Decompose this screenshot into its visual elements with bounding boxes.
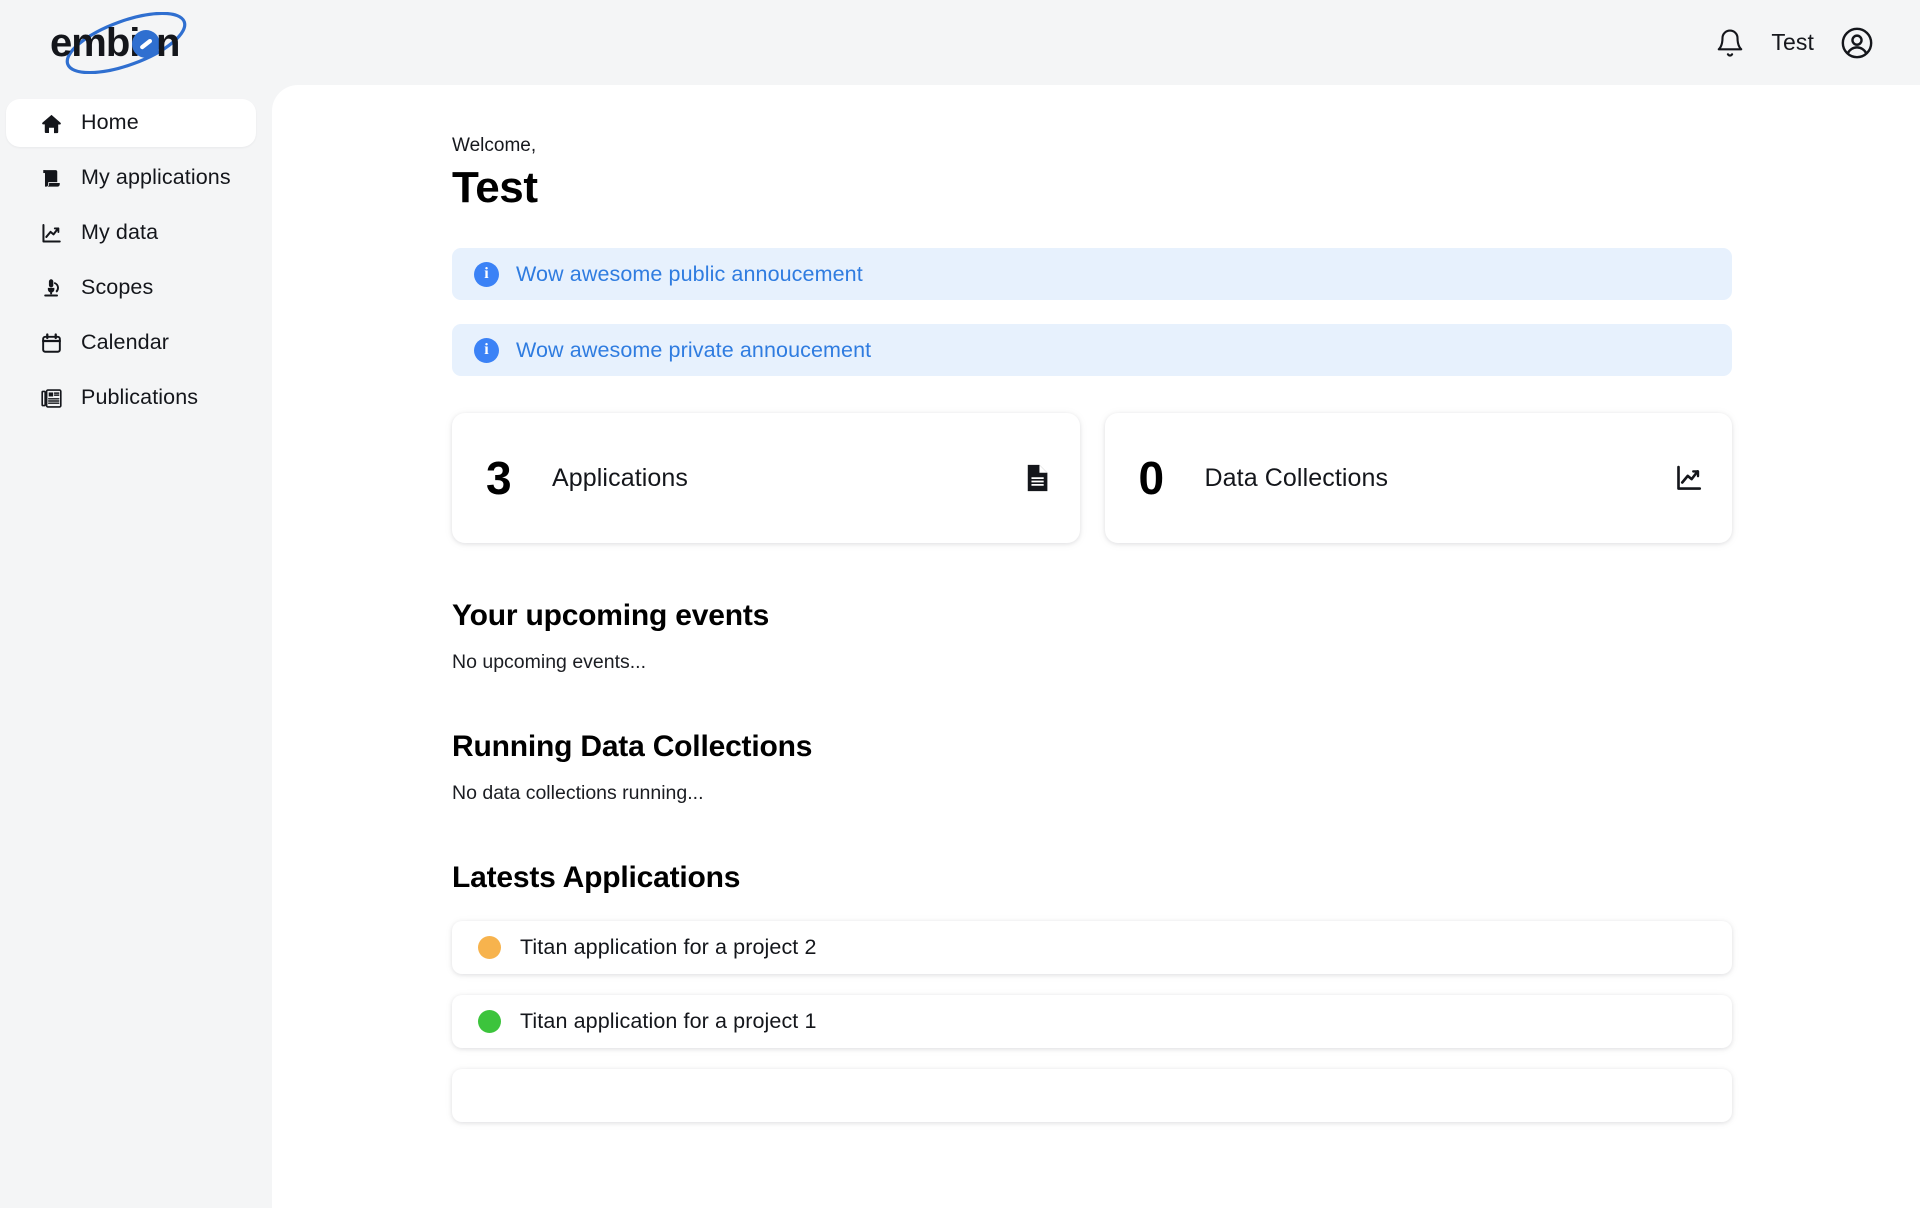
announcement-list: i Wow awesome public annoucement i Wow a… (452, 248, 1732, 377)
list-item[interactable] (452, 1069, 1732, 1123)
svg-text:n: n (156, 21, 179, 65)
top-header: embi n Test (0, 0, 1920, 85)
application-name: Titan application for a project 1 (520, 1009, 817, 1034)
sidebar-item-label: Scopes (81, 275, 154, 300)
svg-text:embi: embi (50, 21, 139, 65)
header-actions: Test (1715, 26, 1892, 60)
username-label: Test (1771, 29, 1814, 55)
stat-card-applications[interactable]: 3 Applications (452, 413, 1080, 544)
announcement-text: Wow awesome private annoucement (516, 337, 872, 362)
status-badge (478, 1084, 501, 1108)
stat-label: Applications (552, 463, 689, 492)
section-empty-text: No data collections running... (452, 782, 704, 805)
page-title: Test (452, 163, 538, 212)
section-latest-applications: Latests Applications Titan application f… (452, 861, 1732, 1123)
home-icon (40, 112, 63, 135)
section-title: Running Data Collections (452, 730, 813, 764)
newspaper-icon (40, 387, 63, 410)
user-circle-icon[interactable] (1840, 26, 1874, 60)
sidebar-item-my-applications[interactable]: My applications (6, 154, 256, 202)
section-title: Latests Applications (452, 861, 741, 895)
sidebar-item-calendar[interactable]: Calendar (6, 319, 256, 367)
scroll-icon (40, 167, 63, 190)
section-empty-text: No upcoming events... (452, 651, 647, 674)
sidebar-item-label: My data (81, 220, 159, 245)
bell-icon[interactable] (1715, 28, 1745, 58)
stat-card-data-collections[interactable]: 0 Data Collections (1104, 413, 1732, 544)
sidebar-item-label: My applications (81, 165, 231, 190)
dashboard-content: Welcome, Test i Wow awesome public annou… (452, 135, 1732, 1123)
stat-value: 3 (486, 452, 512, 505)
sidebar-item-label: Publications (81, 385, 199, 410)
main-panel: Welcome, Test i Wow awesome public annou… (272, 85, 1920, 1208)
stat-card-row: 3 Applications 0 Data Collections (452, 413, 1732, 544)
status-badge (478, 1010, 501, 1034)
sidebar: Home My applications My data Scopes Cale… (0, 85, 272, 1208)
stat-label: Data Collections (1204, 463, 1389, 492)
document-icon (1022, 463, 1052, 493)
list-item[interactable]: Titan application for a project 2 (452, 921, 1732, 975)
line-chart-icon (1674, 463, 1704, 493)
welcome-prefix: Welcome, (452, 135, 537, 156)
microscope-icon (40, 277, 63, 300)
announcement-banner-private[interactable]: i Wow awesome private annoucement (452, 324, 1732, 377)
calendar-icon (40, 332, 63, 355)
section-title: Your upcoming events (452, 599, 770, 633)
sidebar-item-publications[interactable]: Publications (6, 374, 256, 422)
stat-value: 0 (1138, 452, 1165, 505)
sidebar-item-label: Calendar (81, 330, 170, 355)
sidebar-item-label: Home (81, 110, 139, 135)
application-name: Titan application for a project 2 (520, 935, 817, 960)
sidebar-item-scopes[interactable]: Scopes (6, 264, 256, 312)
section-running-data-collections: Running Data Collections No data collect… (452, 730, 1732, 805)
embion-logo[interactable]: embi n (46, 11, 206, 74)
status-badge (478, 936, 501, 960)
sidebar-item-my-data[interactable]: My data (6, 209, 256, 257)
sidebar-item-home[interactable]: Home (6, 99, 256, 147)
info-icon: i (474, 261, 499, 287)
section-upcoming-events: Your upcoming events No upcoming events.… (452, 599, 1732, 674)
info-icon: i (474, 337, 499, 363)
announcement-banner-public[interactable]: i Wow awesome public annoucement (452, 248, 1732, 301)
announcement-text: Wow awesome public annoucement (516, 261, 863, 286)
app-root: embi n Test Home My applications My data… (0, 0, 1920, 1208)
line-chart-icon (40, 222, 63, 245)
application-list: Titan application for a project 2 Titan … (452, 921, 1732, 1123)
list-item[interactable]: Titan application for a project 1 (452, 995, 1732, 1049)
